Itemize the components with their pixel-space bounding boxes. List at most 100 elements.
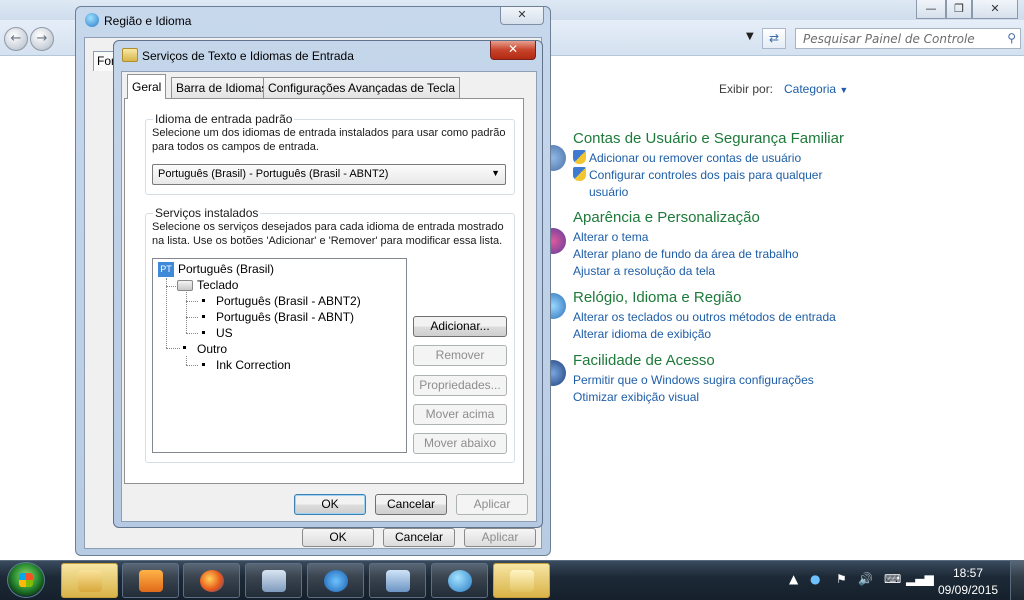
bullet-icon (202, 331, 205, 334)
tree-item-other[interactable]: Outro (197, 342, 227, 356)
bullet-icon (202, 315, 205, 318)
ok-button[interactable]: OK (294, 494, 366, 515)
network-signal-icon[interactable]: ▂▄▆ (906, 572, 934, 586)
bullet-icon (202, 363, 205, 366)
media-player-icon (139, 570, 163, 592)
close-button[interactable]: ✕ (972, 0, 1018, 19)
dropdown-arrow-icon: ▼ (491, 168, 500, 178)
category-ease-of-access: Facilidade de Acesso Permitir que o Wind… (573, 352, 814, 406)
forward-button[interactable]: → (30, 27, 54, 51)
view-by-value: Categoria (784, 82, 837, 96)
category-link[interactable]: Permitir que o Windows sugira configuraç… (573, 372, 814, 389)
category-appearance: Aparência e Personalização Alterar o tem… (573, 209, 799, 280)
computer-icon (262, 570, 286, 592)
select-value: Português (Brasil) - Português (Brasil -… (158, 168, 389, 180)
cancel-button[interactable]: Cancelar (383, 528, 455, 547)
apply-button[interactable]: Aplicar (456, 494, 528, 515)
shield-icon (573, 167, 586, 181)
maximize-button[interactable]: ❐ (946, 0, 972, 19)
language-tray-icon[interactable]: ⌨ (884, 572, 901, 586)
tree-item-keyboard[interactable]: Teclado (197, 278, 238, 292)
tree-item-keyboard-layout[interactable]: Português (Brasil - ABNT) (216, 310, 354, 324)
category-link[interactable]: Ajustar a resolução da tela (573, 263, 799, 280)
apply-button[interactable]: Aplicar (464, 528, 536, 547)
remove-button[interactable]: Remover (413, 345, 507, 366)
firefox-icon (200, 570, 224, 592)
add-button[interactable]: Adicionar... (413, 316, 507, 337)
close-button[interactable]: ✕ (490, 41, 536, 60)
move-down-button[interactable]: Mover abaixo (413, 433, 507, 454)
taskbar-remote-desktop[interactable] (245, 563, 302, 598)
volume-icon[interactable]: 🔊 (858, 572, 873, 586)
keyboard-settings-icon (510, 570, 534, 592)
move-up-button[interactable]: Mover acima (413, 404, 507, 425)
clock-date[interactable]: 09/09/2015 (938, 583, 998, 597)
taskbar-control-panel[interactable] (369, 563, 426, 598)
category-link[interactable]: Alterar os teclados ou outros métodos de… (573, 309, 836, 326)
properties-button[interactable]: Propriedades... (413, 375, 507, 396)
refresh-button[interactable]: ⇄ (762, 28, 786, 49)
tab-general[interactable]: Geral (127, 74, 167, 99)
tree-line (166, 348, 180, 349)
installed-services-tree[interactable]: PT Português (Brasil) Teclado Português … (152, 258, 407, 453)
category-title[interactable]: Relógio, Idioma e Região (573, 289, 836, 306)
view-by-dropdown[interactable]: Categoria ▼ (784, 82, 848, 96)
category-link[interactable]: Alterar o tema (573, 229, 799, 246)
window-title: Região e Idioma (104, 14, 192, 28)
tree-item-other-service[interactable]: Ink Correction (216, 358, 291, 372)
category-title[interactable]: Aparência e Personalização (573, 209, 799, 226)
tree-item-language[interactable]: Português (Brasil) (178, 262, 274, 276)
shield-icon (573, 150, 586, 164)
group-label: Serviços instalados (153, 206, 261, 220)
bullet-icon (202, 299, 205, 302)
address-dropdown-icon[interactable]: ▼ (746, 31, 754, 42)
category-clock-region: Relógio, Idioma e Região Alterar os tecl… (573, 289, 836, 343)
action-center-flag-icon[interactable]: ⚑ (836, 572, 847, 586)
keyboard-settings-icon (122, 48, 138, 62)
view-by-label: Exibir por: (719, 82, 774, 96)
taskbar-region-language[interactable] (431, 563, 488, 598)
taskbar-windows-explorer[interactable] (61, 563, 118, 598)
category-link[interactable]: Adicionar ou remover contas de usuário (573, 150, 844, 167)
clock-time[interactable]: 18:57 (953, 566, 983, 580)
tree-line (186, 333, 198, 334)
category-title[interactable]: Facilidade de Acesso (573, 352, 814, 369)
category-link[interactable]: Alterar idioma de exibição (573, 326, 836, 343)
tree-line (166, 278, 167, 348)
close-button[interactable]: ✕ (500, 7, 544, 25)
back-button[interactable]: ← (4, 27, 28, 51)
show-desktop-button[interactable] (1010, 561, 1024, 600)
installed-services-description: Selecione os serviços desejados para cad… (152, 221, 504, 247)
default-language-select[interactable]: Português (Brasil) - Português (Brasil -… (152, 164, 506, 185)
tree-item-keyboard-layout[interactable]: US (216, 326, 233, 340)
ok-button[interactable]: OK (302, 528, 374, 547)
category-link[interactable]: Configurar controles dos pais para qualq… (573, 167, 844, 184)
chevron-down-icon: ▼ (839, 85, 849, 95)
taskbar-text-services[interactable] (493, 563, 550, 598)
default-language-description: Selecione um dos idiomas de entrada inst… (152, 127, 506, 153)
category-title[interactable]: Contas de Usuário e Segurança Familiar (573, 130, 844, 147)
show-hidden-icons-icon[interactable]: ▲ (789, 572, 798, 586)
tree-line (186, 301, 198, 302)
category-link-continued[interactable]: usuário (573, 184, 844, 201)
taskbar-media-player[interactable] (122, 563, 179, 598)
search-icon[interactable]: ⚲ (1007, 31, 1016, 45)
category-link[interactable]: Otimizar exibição visual (573, 389, 814, 406)
cancel-button[interactable]: Cancelar (375, 494, 447, 515)
minimize-button[interactable]: — (916, 0, 946, 19)
tree-line (186, 317, 198, 318)
taskbar-ccleaner[interactable] (307, 563, 364, 598)
globe-icon (448, 570, 472, 592)
taskbar-firefox[interactable] (183, 563, 240, 598)
language-code-badge: PT (158, 262, 174, 277)
tab-language-bar[interactable]: Barra de Idiomas (171, 77, 273, 98)
start-button[interactable] (7, 562, 45, 598)
search-input[interactable]: Pesquisar Painel de Controle ⚲ (795, 28, 1021, 49)
tree-item-keyboard-layout[interactable]: Português (Brasil - ABNT2) (216, 294, 361, 308)
tab-advanced-key-settings[interactable]: Configurações Avançadas de Tecla (263, 77, 461, 98)
category-link[interactable]: Alterar plano de fundo da área de trabal… (573, 246, 799, 263)
search-placeholder: Pesquisar Painel de Controle (803, 32, 975, 46)
globe-icon (85, 13, 99, 27)
tree-line (186, 356, 187, 365)
ccleaner-tray-icon[interactable]: ● (810, 572, 820, 586)
